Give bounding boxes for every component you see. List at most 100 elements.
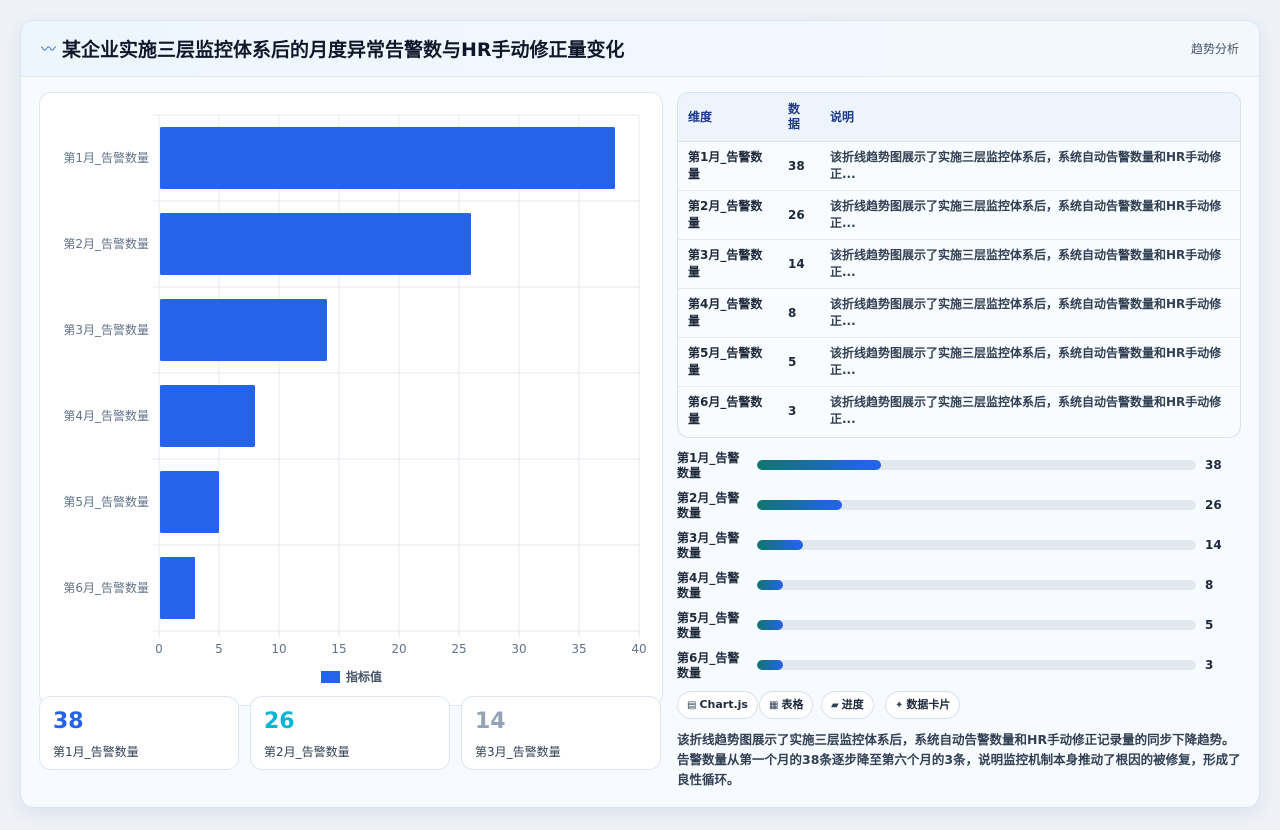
progress-fill [757, 620, 784, 630]
progress-row: 第1月_告警数量 38 [677, 451, 1237, 491]
progress-track [757, 460, 1196, 470]
table-row: 第1月_告警数量 38 该折线趋势图展示了实施三层监控体系后，系统自动告警数量和HR… [678, 141, 1240, 191]
y-tick-label: 第6月_告警数量 [63, 580, 149, 595]
kpi-label: 第3月_告警数量 [475, 745, 561, 759]
progress-label: 第1月_告警数量 [677, 451, 740, 480]
cell-val: 14 [778, 239, 820, 289]
x-tick-label: 0 [155, 642, 163, 656]
kpi-card-1: 38 第1月_告警数量 [39, 696, 239, 770]
progress-value: 26 [1205, 498, 1222, 512]
progress-row: 第3月_告警数量 14 [677, 531, 1237, 571]
progress-value: 8 [1205, 578, 1214, 592]
progress-fill [757, 660, 784, 670]
progress-track [757, 500, 1196, 510]
chip-label: 数据卡片 [906, 698, 951, 711]
progress-fill [757, 580, 784, 590]
x-tick-label: 10 [271, 642, 286, 656]
kpi-card-2: 26 第2月_告警数量 [250, 696, 450, 770]
table-row: 第6月_告警数量 3 该折线趋势图展示了实施三层监控体系后，系统自动告警数量和HR手… [678, 387, 1240, 436]
header: 〰 某企业实施三层监控体系后的月度异常告警数与HR手动修正量变化 趋势分析 [21, 21, 1259, 77]
cell-val: 8 [778, 288, 820, 338]
progress-value: 3 [1205, 658, 1214, 672]
chart-icon: ▤ [687, 700, 697, 711]
x-tick-label: 15 [331, 642, 346, 656]
legend-label: 指标值 [346, 669, 382, 684]
progress-value: 5 [1205, 618, 1214, 632]
bar [160, 557, 195, 619]
table-icon: ▦ [769, 700, 779, 711]
bar-chart: 0 5 10 15 20 25 30 35 40 第1月_告警数量第2月_告警数量第3月_告警数量… [63, 114, 647, 684]
progress-row: 第5月_告警数量 5 [677, 611, 1237, 651]
progress-row: 第4月_告警数量 8 [677, 571, 1237, 611]
progress-label: 第4月_告警数量 [677, 571, 740, 600]
y-tick-label: 第2月_告警数量 [63, 236, 149, 251]
chip-table[interactable]: ▦ 表格 [759, 691, 814, 719]
table-row: 第5月_告警数量 5 该折线趋势图展示了实施三层监控体系后，系统自动告警数量和HR手… [678, 337, 1240, 387]
cell-desc: 该折线趋势图展示了实施三层监控体系后，系统自动告警数量和HR手动修正... [820, 337, 1240, 387]
progress-label: 第3月_告警数量 [677, 531, 740, 560]
y-tick-label: 第5月_告警数量 [63, 494, 149, 509]
table-row: 第4月_告警数量 8 该折线趋势图展示了实施三层监控体系后，系统自动告警数量和HR手… [678, 288, 1240, 338]
y-tick-label: 第1月_告警数量 [63, 150, 149, 165]
table-header-desc: 说明 [820, 93, 1240, 142]
chart-panel: 0 5 10 15 20 25 30 35 40 第1月_告警数量 第2月_告警数量 第3月_告警数量… [39, 92, 663, 706]
progress-value: 14 [1205, 538, 1222, 552]
trend-icon: 〰 [41, 40, 57, 58]
progress-track [757, 540, 1196, 550]
table-header-val: 数据 [778, 93, 820, 142]
bar [160, 127, 615, 189]
progress-track [757, 660, 1196, 670]
table-row: 第2月_告警数量 26 该折线趋势图展示了实施三层监控体系后，系统自动告警数量和HR… [678, 190, 1240, 240]
kpi-label: 第2月_告警数量 [264, 745, 350, 759]
cell-desc: 该折线趋势图展示了实施三层监控体系后，系统自动告警数量和HR手动修正... [830, 395, 1222, 426]
x-tick-label: 35 [571, 642, 586, 656]
x-tick-label: 20 [391, 642, 406, 656]
x-tick-label: 30 [511, 642, 526, 656]
x-tick-label: 5 [215, 642, 223, 656]
cell-dim: 第6月_告警数量 [688, 395, 763, 426]
bar [160, 471, 219, 533]
cell-dim: 第3月_告警数量 [678, 239, 778, 289]
bar [160, 213, 471, 275]
progress-fill [757, 500, 842, 510]
legend-swatch [321, 671, 340, 683]
chip-label: 进度 [841, 698, 864, 711]
chart-description: 该折线趋势图展示了实施三层监控体系后，系统自动告警数量和HR手动修正记录量的同步… [677, 732, 1241, 787]
cell-desc: 该折线趋势图展示了实施三层监控体系后，系统自动告警数量和HR手动修正... [820, 288, 1240, 338]
cell-val: 3 [788, 403, 797, 418]
progress-row: 第2月_告警数量 26 [677, 491, 1237, 531]
progress-row: 第6月_告警数量 3 [677, 651, 1237, 691]
y-tick-label: 第4月_告警数量 [63, 408, 149, 423]
progress-label: 第5月_告警数量 [677, 611, 740, 640]
progress-track [757, 620, 1196, 630]
cell-desc: 该折线趋势图展示了实施三层监控体系后，系统自动告警数量和HR手动修正... [820, 190, 1240, 240]
progress-fill [757, 540, 803, 550]
bar [160, 385, 255, 447]
header-tag: 趋势分析 [1190, 42, 1239, 56]
x-tick-label: 25 [451, 642, 466, 656]
chip-chartjs[interactable]: ▤ Chart.js [677, 691, 758, 719]
cell-dim: 第2月_告警数量 [678, 190, 778, 240]
y-tick-label: 第3月_告警数量 [63, 322, 149, 337]
kpi-card-3: 14 第3月_告警数量 [461, 696, 661, 770]
progress-label: 第2月_告警数量 [677, 491, 740, 520]
table-header-dim: 维度 [678, 93, 778, 142]
chip-datacard[interactable]: ✦ 数据卡片 [885, 691, 961, 719]
kpi-value: 26 [264, 709, 295, 734]
kpi-value: 14 [475, 709, 506, 734]
page-title: 某企业实施三层监控体系后的月度异常告警数与HR手动修正量变化 [62, 39, 625, 61]
progress-label: 第6月_告警数量 [677, 651, 740, 680]
cell-val: 5 [778, 337, 820, 387]
chip-progress[interactable]: ▰ 进度 [821, 691, 874, 719]
cell-dim: 第5月_告警数量 [678, 337, 778, 387]
data-table: 维度 数据 说明 第1月_告警数量 38 该折线趋势图展示了实施三层监控体系后，系统… [677, 92, 1241, 438]
cell-val: 26 [778, 190, 820, 240]
kpi-label: 第1月_告警数量 [53, 745, 139, 759]
progress-icon: ▰ [831, 700, 839, 711]
cell-dim: 第4月_告警数量 [678, 288, 778, 338]
chip-label: 表格 [781, 698, 804, 711]
progress-track [757, 580, 1196, 590]
sparkle-icon: ✦ [895, 700, 904, 711]
chip-label: Chart.js [699, 698, 748, 711]
bar [160, 299, 327, 361]
